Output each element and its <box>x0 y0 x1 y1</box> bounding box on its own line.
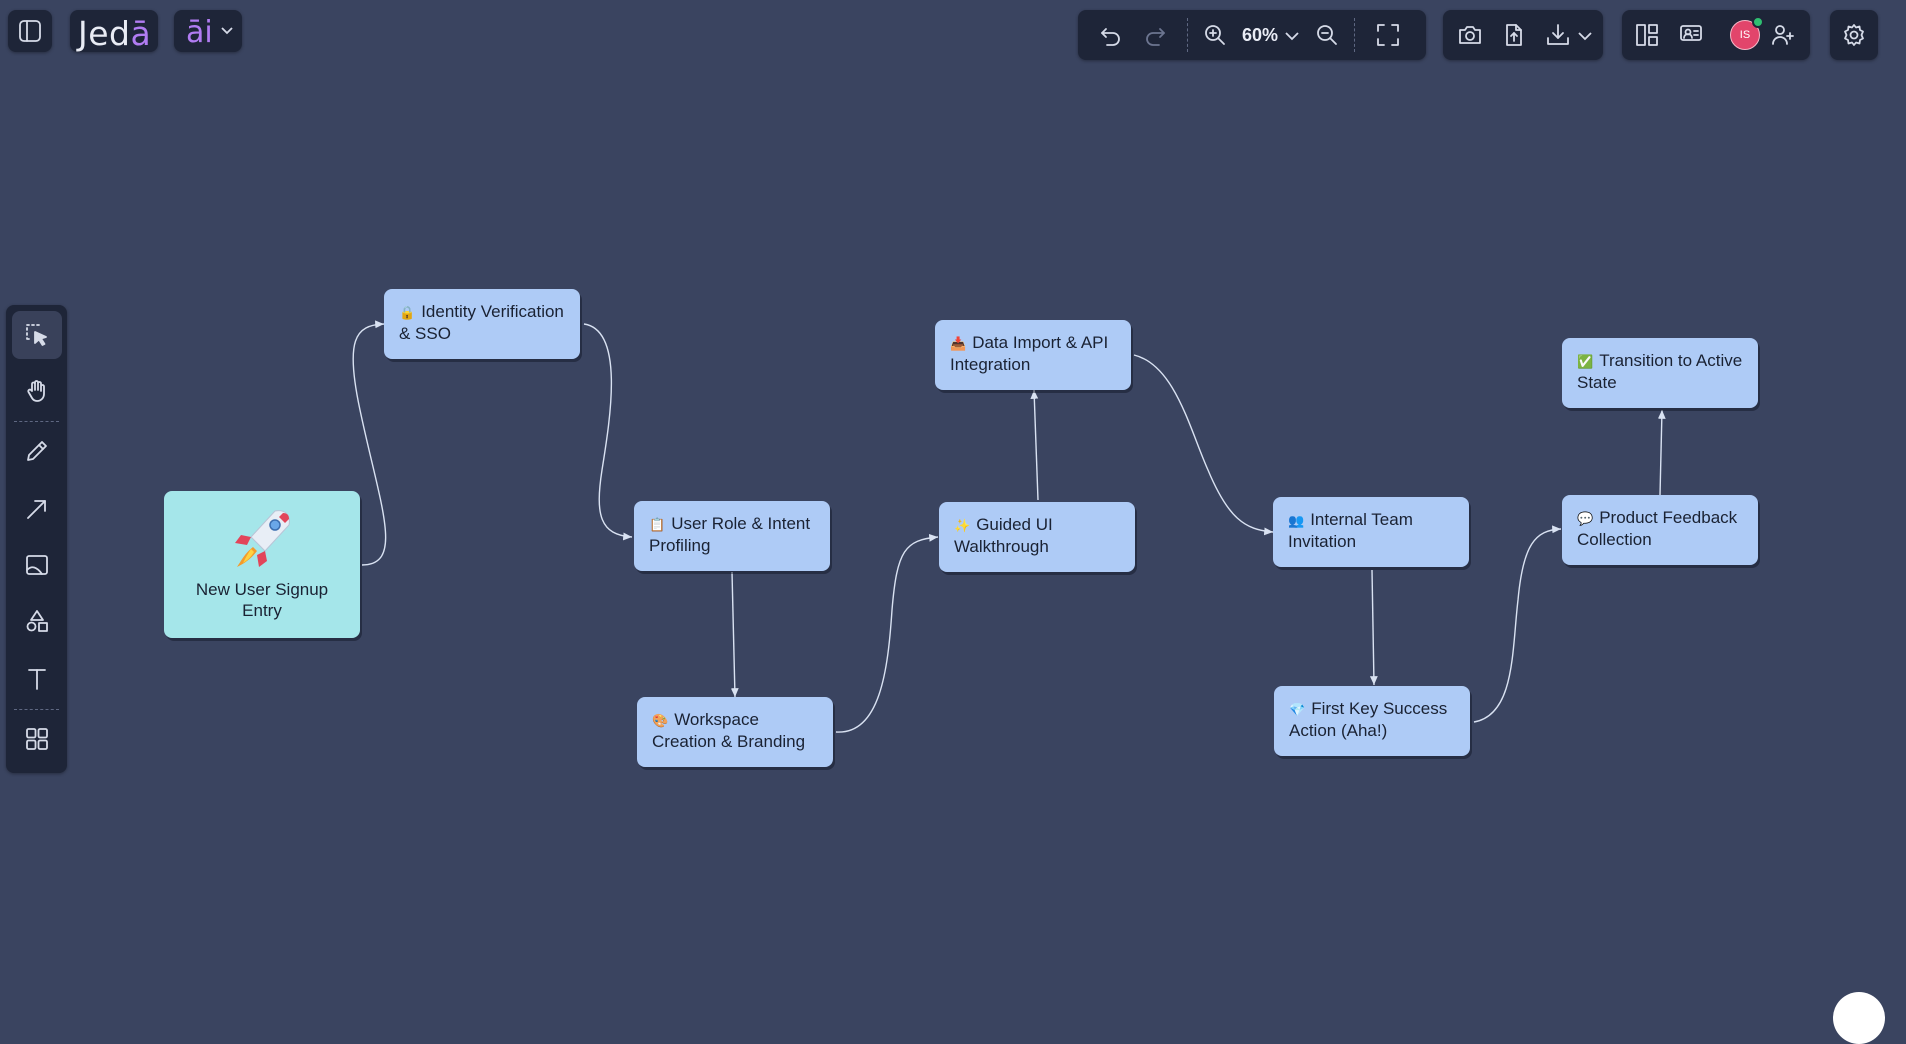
lock-icon: 🔒 <box>399 305 416 320</box>
edge-feedback-active <box>1657 409 1666 496</box>
node-label: New User Signup Entry <box>195 580 329 620</box>
speech-bubble-icon: 💬 <box>1577 511 1594 526</box>
node-data-import[interactable]: 📥 Data Import & API Integration <box>935 320 1131 390</box>
edge-aha-feedback <box>1473 525 1562 723</box>
node-identity-verification[interactable]: 🔒 Identity Verification & SSO <box>384 289 580 359</box>
clipboard-icon: 📋 <box>649 517 666 532</box>
node-label: Transition to Active State <box>1577 351 1743 392</box>
node-active-state[interactable]: ✅ Transition to Active State <box>1562 338 1758 408</box>
node-label: Product Feedback Collection <box>1577 508 1738 549</box>
edge-role-workspace <box>730 571 739 698</box>
node-workspace-creation[interactable]: 🎨 Workspace Creation & Branding <box>637 697 833 767</box>
inbox-tray-icon: 📥 <box>950 336 967 351</box>
rocket-icon <box>235 510 290 567</box>
sparkles-icon: ✨ <box>954 518 971 533</box>
node-label: User Role & Intent Profiling <box>649 514 811 555</box>
node-user-role-profiling[interactable]: 📋 User Role & Intent Profiling <box>634 501 830 571</box>
edge-workspace-guided <box>835 533 939 733</box>
node-feedback-collection[interactable]: 💬 Product Feedback Collection <box>1562 495 1758 565</box>
palette-icon: 🎨 <box>652 713 669 728</box>
node-label: Workspace Creation & Branding <box>652 710 806 751</box>
gem-icon: 💎 <box>1289 702 1306 717</box>
node-first-success-action[interactable]: 💎 First Key Success Action (Aha!) <box>1274 686 1470 756</box>
node-label: Internal Team Invitation <box>1288 510 1413 551</box>
people-icon: 👥 <box>1288 513 1305 528</box>
node-guided-walkthrough[interactable]: ✨ Guided UI Walkthrough <box>939 502 1135 572</box>
node-team-invitation[interactable]: 👥 Internal Team Invitation <box>1273 497 1469 567</box>
node-new-user-signup[interactable]: New User Signup Entry <box>164 491 360 638</box>
help-chat-button[interactable] <box>1833 992 1885 1044</box>
edge-identity-role <box>583 323 633 541</box>
edge-team-aha <box>1369 569 1378 686</box>
edge-import-team <box>1133 354 1274 536</box>
node-label: Identity Verification & SSO <box>399 302 564 343</box>
check-mark-icon: ✅ <box>1577 354 1594 369</box>
edge-guided-import <box>1030 389 1039 501</box>
node-label: Data Import & API Integration <box>950 333 1109 374</box>
node-label: First Key Success Action (Aha!) <box>1289 699 1448 740</box>
